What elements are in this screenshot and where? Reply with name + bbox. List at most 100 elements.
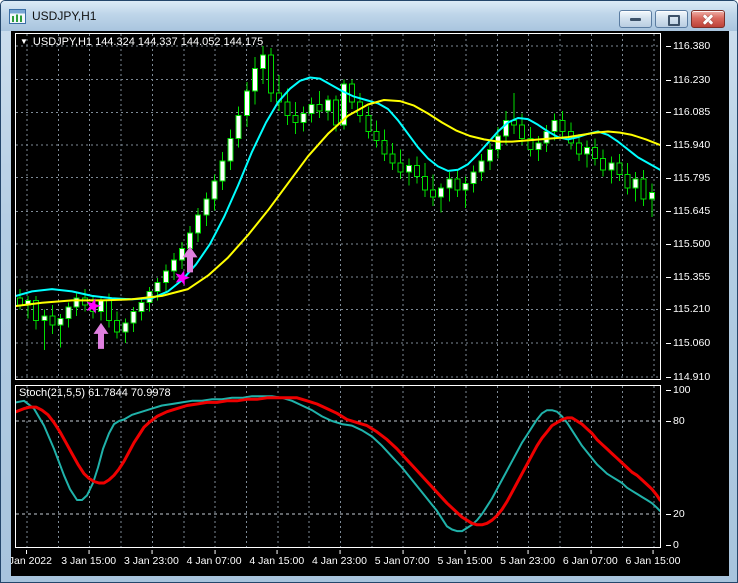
candle [269,48,274,102]
time-axis-label: 3 Jan 15:00 [61,555,116,568]
time-axis-label: 5 Jan 23:00 [500,555,555,568]
candle [115,312,120,339]
window-title: USDJPY,H1 [32,9,96,23]
candle [204,192,209,226]
candle [244,82,249,127]
chart-ohlc-label: USDJPY,H1 144.324 144.337 144.052 144.17… [33,36,263,48]
time-axis-label: 6 Jan 15:00 [626,555,681,568]
time-axis-label: 3 Jan 2022 [11,555,52,568]
axis-label: 116.230 [673,73,710,87]
candle [439,183,444,212]
app-window: USDJPY,H1 ▼ USDJPY,H1 144.324 144.337 14… [0,0,738,583]
minimize-icon [630,18,641,21]
candle [34,296,39,330]
candle [528,127,533,156]
candle [471,165,476,192]
time-axis-label: 4 Jan 07:00 [187,555,242,568]
candle [560,111,565,138]
axis-label: 100 [673,383,691,397]
candle [455,170,460,197]
time-axis-label: 4 Jan 23:00 [312,555,367,568]
candle [196,208,201,242]
candle [252,57,257,104]
close-button[interactable] [691,10,725,28]
candle [261,46,266,84]
candle [163,264,168,291]
stoch-canvas[interactable] [16,386,660,547]
candle [593,138,598,165]
axis-label: 116.380 [673,39,710,53]
window-controls [619,10,725,28]
candle [228,129,233,170]
candle [398,150,403,179]
candle [26,296,31,319]
axis-label: 115.500 [673,237,710,251]
axis-label: 0 [673,538,679,552]
candle [139,298,144,321]
axis-label: 115.795 [673,171,710,185]
axis-label: 115.645 [673,204,710,218]
candle [293,102,298,134]
candle [617,154,622,181]
candle [171,253,176,280]
buy-arrow-icon [94,323,109,349]
chart-header: ▼ USDJPY,H1 144.324 144.337 144.052 144.… [20,36,263,48]
candle [50,305,55,334]
time-axis-label: 6 Jan 07:00 [563,555,618,568]
candle [366,107,371,139]
axis-label: 115.940 [673,138,710,152]
axis-label: 80 [673,414,685,428]
axis-label: 116.085 [673,105,710,119]
candle [309,98,314,123]
axis-label: 115.060 [673,336,710,350]
candle [423,163,428,197]
candle [625,163,630,195]
candle [609,156,614,183]
candle [633,172,638,201]
candle [131,307,136,332]
candle [479,154,484,181]
candle [585,141,590,168]
main-chart-panel[interactable]: ▼ USDJPY,H1 144.324 144.337 144.052 144.… [15,33,661,380]
axis-label: 20 [673,507,685,521]
candle [317,91,322,118]
time-axis-label: 3 Jan 23:00 [124,555,179,568]
candle [212,174,217,210]
symbol-dropdown-icon[interactable]: ▼ [20,38,28,46]
candle [504,111,509,145]
candle [390,143,395,170]
candle [447,172,452,201]
candle [66,303,71,328]
candle [463,177,468,209]
candle [42,309,47,350]
candle [487,143,492,170]
chart-window-icon [9,9,26,24]
axis-label: 115.355 [673,270,710,284]
time-axis-label: 4 Jan 15:00 [249,555,304,568]
candle [512,93,517,134]
candle [74,294,79,317]
stoch-indicator-label: Stoch(21,5,5) 61.7844 70.9978 [19,387,171,399]
stoch-main-line [16,396,660,531]
titlebar[interactable]: USDJPY,H1 [1,1,737,31]
candle [374,120,379,147]
chart-client-area: ▼ USDJPY,H1 144.324 144.337 144.052 144.… [11,31,729,576]
axis-label: 114.910 [673,370,710,384]
candle [123,318,128,343]
main-chart-canvas[interactable] [16,34,660,379]
candle [301,107,306,132]
restore-icon [668,15,680,26]
time-axis[interactable]: 3 Jan 2022 3 Jan 15:00 3 Jan 23:00 4 Jan 07… [11,553,729,571]
restore-button[interactable] [655,10,688,28]
candle [382,129,387,161]
stoch-panel[interactable]: Stoch(21,5,5) 61.7844 70.9978 [15,385,661,548]
candle [641,170,646,206]
axis-label: 115.210 [673,302,710,316]
time-axis-label: 5 Jan 07:00 [375,555,430,568]
minimize-button[interactable] [619,10,652,28]
candle [325,95,330,120]
time-axis-label: 5 Jan 15:00 [437,555,492,568]
candle [414,156,419,183]
candle [220,152,225,190]
candle [601,150,606,177]
